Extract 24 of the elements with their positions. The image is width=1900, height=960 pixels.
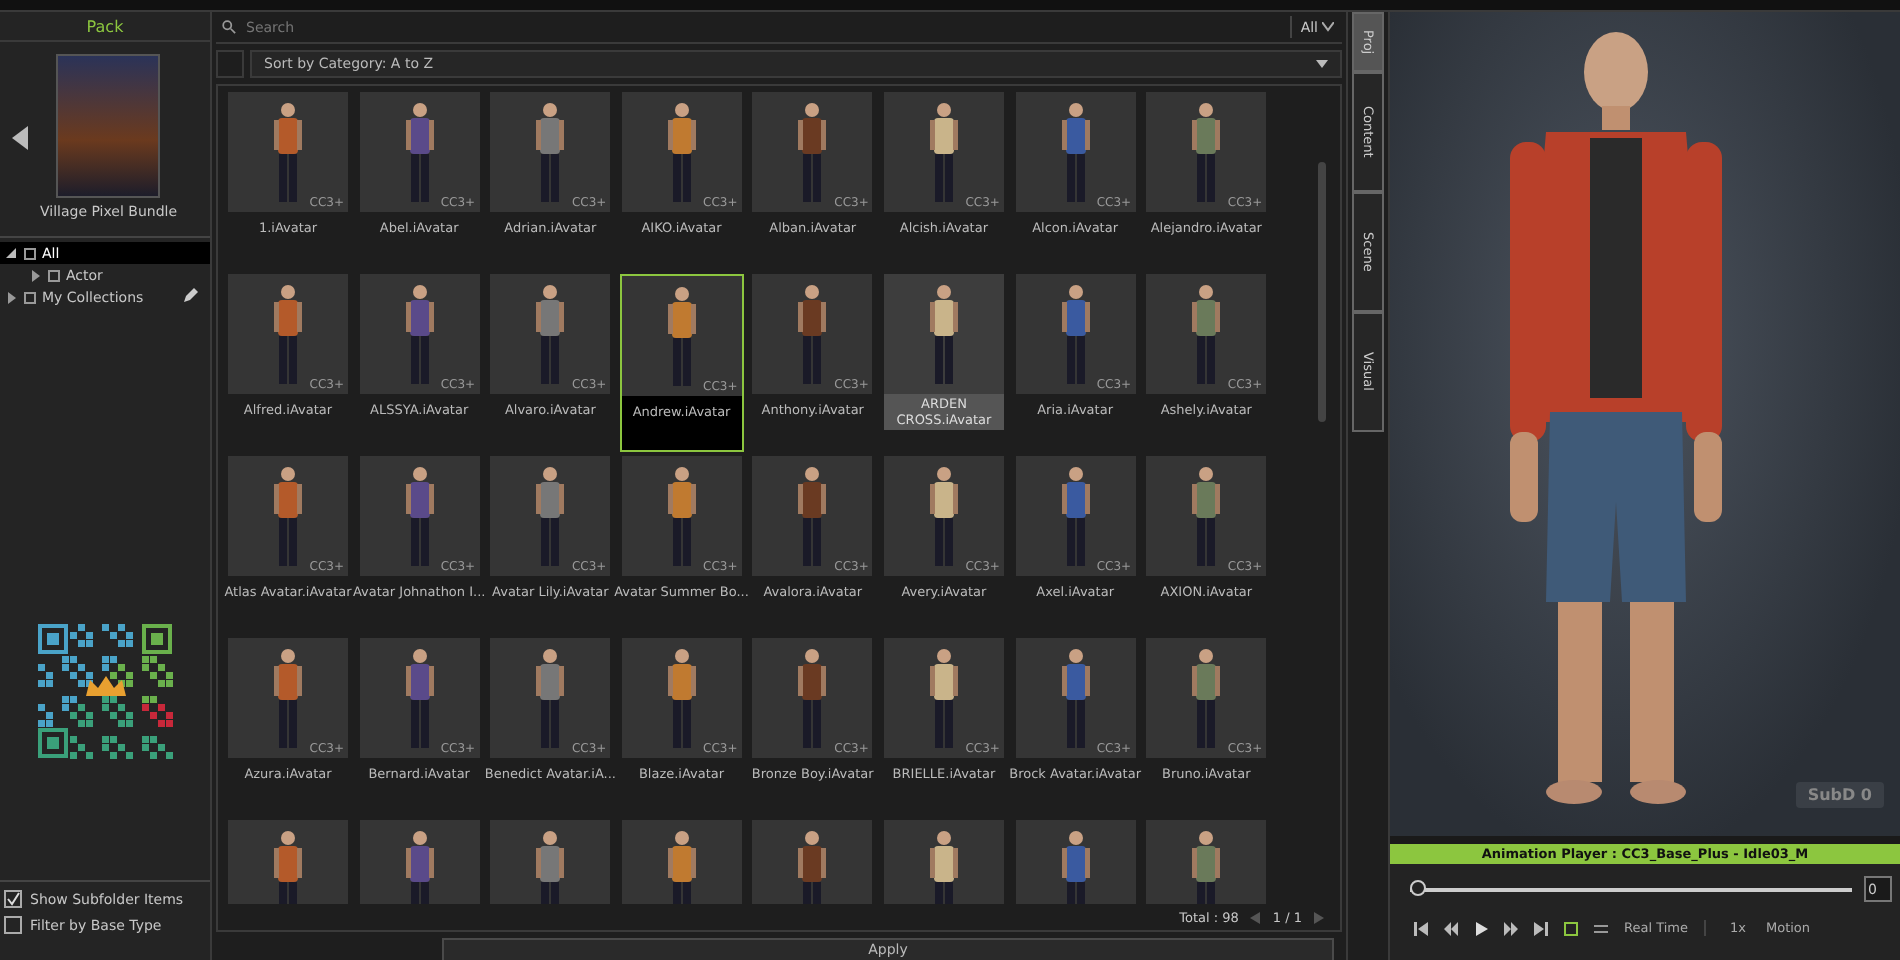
pencil-icon[interactable] [182,288,198,304]
previous-arrow-icon[interactable] [12,125,28,149]
fast-forward-icon[interactable] [1504,921,1518,935]
caret-icon [1316,60,1328,68]
play-icon[interactable] [1474,921,1488,935]
avatar-figure-drawing [268,464,308,572]
checkbox[interactable] [4,916,22,934]
rewind-icon[interactable] [1444,921,1458,935]
avatar-figure-drawing [268,646,308,754]
repeat-icon[interactable] [1594,921,1608,935]
qr-code-icon [37,624,173,760]
caret-icon [1322,22,1334,32]
avatar-figure-drawing [268,828,308,904]
avatar-figure-drawing [268,282,308,390]
panel-title: Pack [0,12,210,42]
subd-level-label: SubD 0 [1795,782,1884,808]
checkbox[interactable] [4,890,22,908]
scrollbar-thumb[interactable] [1318,162,1326,422]
skip-start-icon[interactable] [1414,921,1428,935]
search-icon [222,20,236,34]
avatar-figure-drawing [268,100,308,208]
loop-icon[interactable] [1564,921,1578,935]
timeline-thumb[interactable] [1410,879,1426,895]
skip-end-icon[interactable] [1534,921,1548,935]
